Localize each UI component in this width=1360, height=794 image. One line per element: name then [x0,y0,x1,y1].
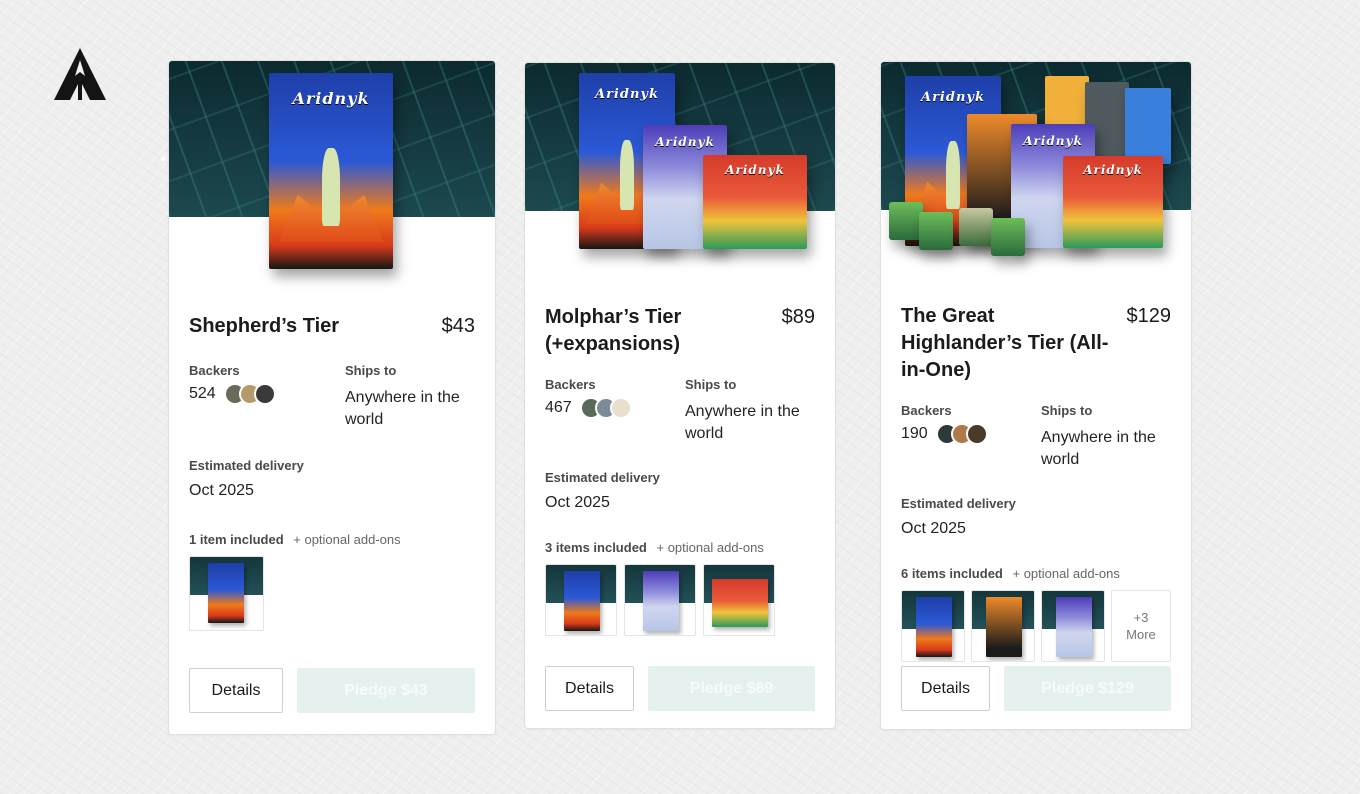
pledge-button[interactable]: Pledge $89 [648,666,815,711]
more-items-button[interactable]: +3 More [1110,590,1171,662]
delivery-label: Estimated delivery [901,496,1016,511]
ships-to-value: Anywhere in the world [345,389,460,428]
avatar [965,423,988,445]
details-button[interactable]: Details [189,668,283,713]
more-label: More [1126,627,1156,642]
token [959,208,993,246]
token [889,202,923,240]
items-included: 3 items included [545,540,647,555]
game-box: Aridnyk [269,73,393,269]
details-button[interactable]: Details [901,666,990,711]
delivery-value: Oct 2025 [189,482,254,499]
optional-addons: + optional add-ons [293,532,401,547]
pledge-button[interactable]: Pledge $129 [1004,666,1171,711]
details-button[interactable]: Details [545,666,634,711]
delivery-value: Oct 2025 [901,520,966,537]
tier-title: Molphar’s Tier (+expansions) [545,306,682,355]
optional-addons: + optional add-ons [1012,566,1120,581]
avatar [253,383,276,405]
delivery-label: Estimated delivery [545,470,660,485]
expansion-box: Aridnyk [1063,156,1163,248]
tier-card-great-highlander: Aridnyk Aridnyk Aridnyk The Great Highla… [880,61,1192,730]
backers-count: 524 [189,385,216,402]
backer-avatars [579,397,632,419]
items-included: 6 items included [901,566,1003,581]
backers-label: Backers [189,363,240,378]
items-included: 1 item included [189,532,284,547]
backer-avatars [935,423,988,445]
backers-count: 190 [901,425,928,442]
card-art [1125,88,1171,164]
tier-image: Aridnyk [169,61,495,293]
spearhead-logo-icon[interactable] [52,46,108,102]
delivery-value: Oct 2025 [545,494,610,511]
item-thumbnail[interactable] [189,556,264,631]
item-thumbnail[interactable] [703,564,775,636]
more-count: +3 [1133,610,1149,625]
ships-to-label: Ships to [685,377,737,392]
ships-to-label: Ships to [1041,403,1093,418]
tier-price: $129 [1126,305,1172,327]
pledge-button[interactable]: Pledge $43 [297,668,475,713]
backers-label: Backers [545,377,596,392]
item-thumbnail[interactable] [901,590,965,662]
backer-avatars [223,383,276,405]
token [919,212,953,250]
ships-to-value: Anywhere in the world [1041,429,1156,468]
avatar [609,397,632,419]
backers-count: 467 [545,399,572,416]
tier-image: Aridnyk Aridnyk Aridnyk [881,62,1191,277]
tier-card-shepherd: Aridnyk Shepherd’s Tier $43 Backers 524 [168,60,496,735]
ships-to-value: Anywhere in the world [685,403,800,442]
item-thumbnail[interactable] [545,564,617,636]
tier-price: $43 [441,315,475,337]
delivery-label: Estimated delivery [189,458,304,473]
tier-image: Aridnyk Aridnyk Aridnyk [525,63,835,278]
tier-title: Shepherd’s Tier [189,315,340,337]
tier-title: The Great Highlander’s Tier (All-in-One) [901,305,1109,381]
item-thumbnail[interactable] [1040,590,1105,662]
item-thumbnail[interactable] [624,564,696,636]
item-thumbnail[interactable] [970,590,1035,662]
tier-card-molphar: Aridnyk Aridnyk Aridnyk Molphar’s Tier (… [524,62,836,729]
backers-label: Backers [901,403,952,418]
ships-to-label: Ships to [345,363,397,378]
optional-addons: + optional add-ons [656,540,764,555]
tier-price: $89 [781,306,815,328]
token [991,218,1025,256]
expansion-box: Aridnyk [703,155,807,249]
